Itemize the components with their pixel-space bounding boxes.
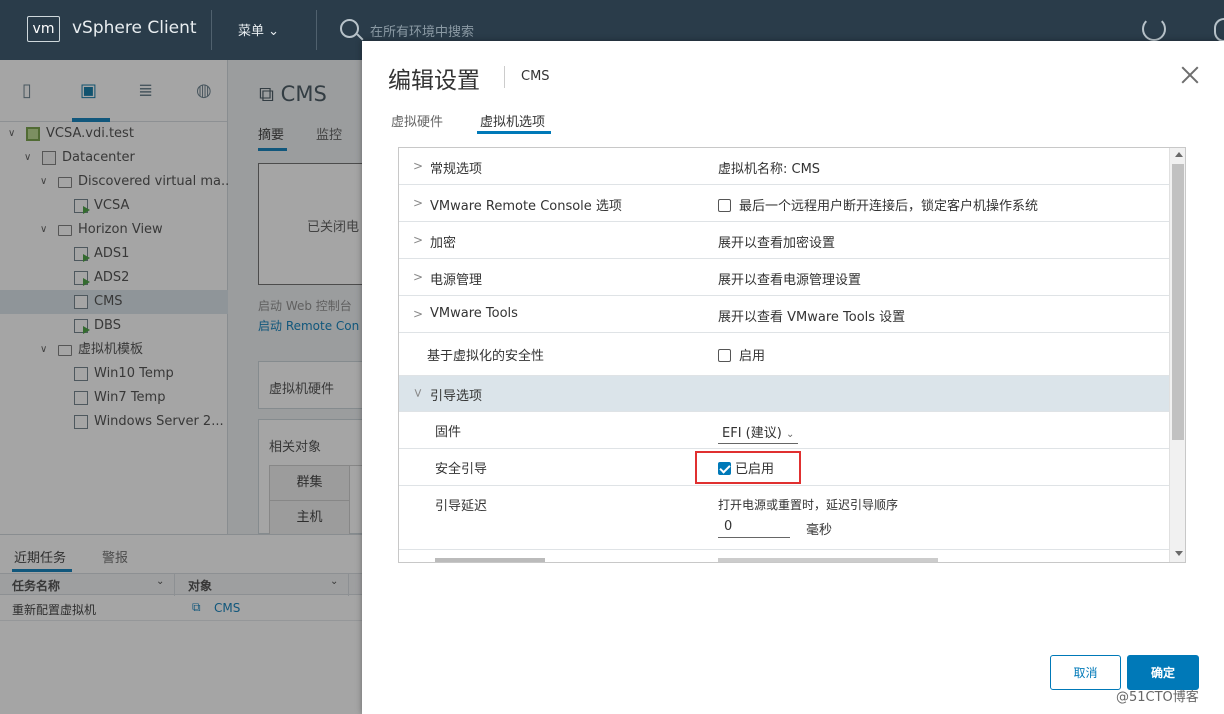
- divider: [504, 66, 505, 88]
- row-boot-delay: 引导延迟 打开电源或重置时，延迟引导顺序 0 毫秒: [399, 486, 1169, 550]
- tab-vm-options[interactable]: 虚拟机选项: [480, 111, 545, 130]
- row-label: 常规选项: [430, 162, 483, 177]
- row-encryption[interactable]: > 加密 展开以查看加密设置: [399, 222, 1169, 259]
- row-label: 引导选项: [430, 389, 483, 404]
- row-partial: [399, 550, 1169, 562]
- refresh-icon[interactable]: [1142, 17, 1166, 41]
- tab-virtual-hardware[interactable]: 虚拟硬件: [391, 111, 443, 130]
- row-vmware-tools[interactable]: > VMware Tools 展开以查看 VMware Tools 设置: [399, 296, 1169, 333]
- divider: [211, 10, 212, 50]
- dialog-tabs: 虚拟硬件 虚拟机选项: [362, 107, 1224, 137]
- row-label: VMware Tools: [430, 306, 518, 321]
- row-remote-console[interactable]: > VMware Remote Console 选项 最后一个远程用户断开连接后…: [399, 185, 1169, 222]
- firmware-select[interactable]: EFI (建议) ⌄: [718, 422, 799, 444]
- chevron-right-icon[interactable]: >: [413, 196, 423, 210]
- dialog-subtitle: CMS: [521, 69, 550, 84]
- chevron-right-icon[interactable]: >: [413, 307, 423, 321]
- scroll-down-icon[interactable]: [1175, 551, 1183, 556]
- highlight-box: [695, 451, 801, 484]
- chevron-right-icon[interactable]: >: [413, 270, 423, 284]
- scrollbar-thumb[interactable]: [1172, 164, 1184, 440]
- close-icon[interactable]: [1180, 65, 1200, 85]
- search-icon[interactable]: [340, 19, 359, 38]
- row-label: 加密: [430, 236, 457, 251]
- vm-options-grid: > 常规选项 虚拟机名称: CMS > VMware Remote Consol…: [398, 147, 1186, 563]
- row-firmware: 固件 EFI (建议) ⌄: [399, 412, 1169, 449]
- row-value: 展开以查看电源管理设置: [718, 273, 862, 288]
- edit-settings-dialog: 编辑设置 CMS 虚拟硬件 虚拟机选项 > 常规选项 虚拟机名称: CMS > …: [362, 41, 1224, 714]
- vmware-logo: vm: [27, 16, 60, 42]
- row-value: 展开以查看加密设置: [718, 236, 836, 251]
- scrollbar[interactable]: [1169, 148, 1185, 562]
- chevron-down-icon[interactable]: >: [411, 388, 425, 398]
- select-value: EFI (建议): [722, 426, 782, 441]
- checkbox-label: 最后一个远程用户断开连接后，锁定客户机操作系统: [739, 199, 1039, 214]
- row-power-management[interactable]: > 电源管理 展开以查看电源管理设置: [399, 259, 1169, 296]
- ok-button[interactable]: 确定: [1127, 655, 1199, 690]
- menu-button[interactable]: 菜单 ⌄: [238, 20, 279, 39]
- row-vbs: 基于虚拟化的安全性 启用: [399, 333, 1169, 376]
- divider: [316, 10, 317, 50]
- boot-delay-description: 打开电源或重置时，延迟引导顺序: [718, 498, 899, 512]
- watermark: @51CTO博客: [1116, 690, 1199, 705]
- help-icon[interactable]: [1214, 18, 1224, 42]
- vbs-checkbox[interactable]: [718, 349, 731, 362]
- row-value: 展开以查看 VMware Tools 设置: [718, 310, 906, 325]
- app-title: vSphere Client: [72, 18, 197, 38]
- chevron-down-icon: ⌄: [268, 24, 280, 39]
- chevron-down-icon: ⌄: [785, 429, 795, 440]
- row-label: VMware Remote Console 选项: [430, 199, 622, 214]
- dialog-title: 编辑设置: [388, 68, 480, 94]
- row-boot-options[interactable]: > 引导选项: [399, 376, 1169, 412]
- row-label: 基于虚拟化的安全性: [427, 349, 545, 364]
- boot-delay-input[interactable]: 0: [718, 519, 790, 538]
- row-label: 安全引导: [435, 462, 488, 477]
- scroll-up-icon[interactable]: [1175, 152, 1183, 157]
- row-label: 引导延迟: [435, 499, 488, 514]
- row-value: 虚拟机名称: CMS: [718, 162, 821, 177]
- checkbox-label: 启用: [739, 349, 766, 364]
- cancel-button[interactable]: 取消: [1050, 655, 1121, 690]
- chevron-right-icon[interactable]: >: [413, 233, 423, 247]
- search-input[interactable]: 在所有环境中搜索: [370, 21, 474, 40]
- chevron-right-icon[interactable]: >: [413, 159, 423, 173]
- lock-guest-checkbox[interactable]: [718, 199, 731, 212]
- row-label: 固件: [435, 425, 462, 440]
- active-tab-indicator: [477, 131, 551, 134]
- row-general-options[interactable]: > 常规选项 虚拟机名称: CMS: [399, 148, 1169, 185]
- unit-label: 毫秒: [806, 523, 833, 538]
- row-label: 电源管理: [430, 273, 483, 288]
- menu-label: 菜单: [238, 24, 265, 39]
